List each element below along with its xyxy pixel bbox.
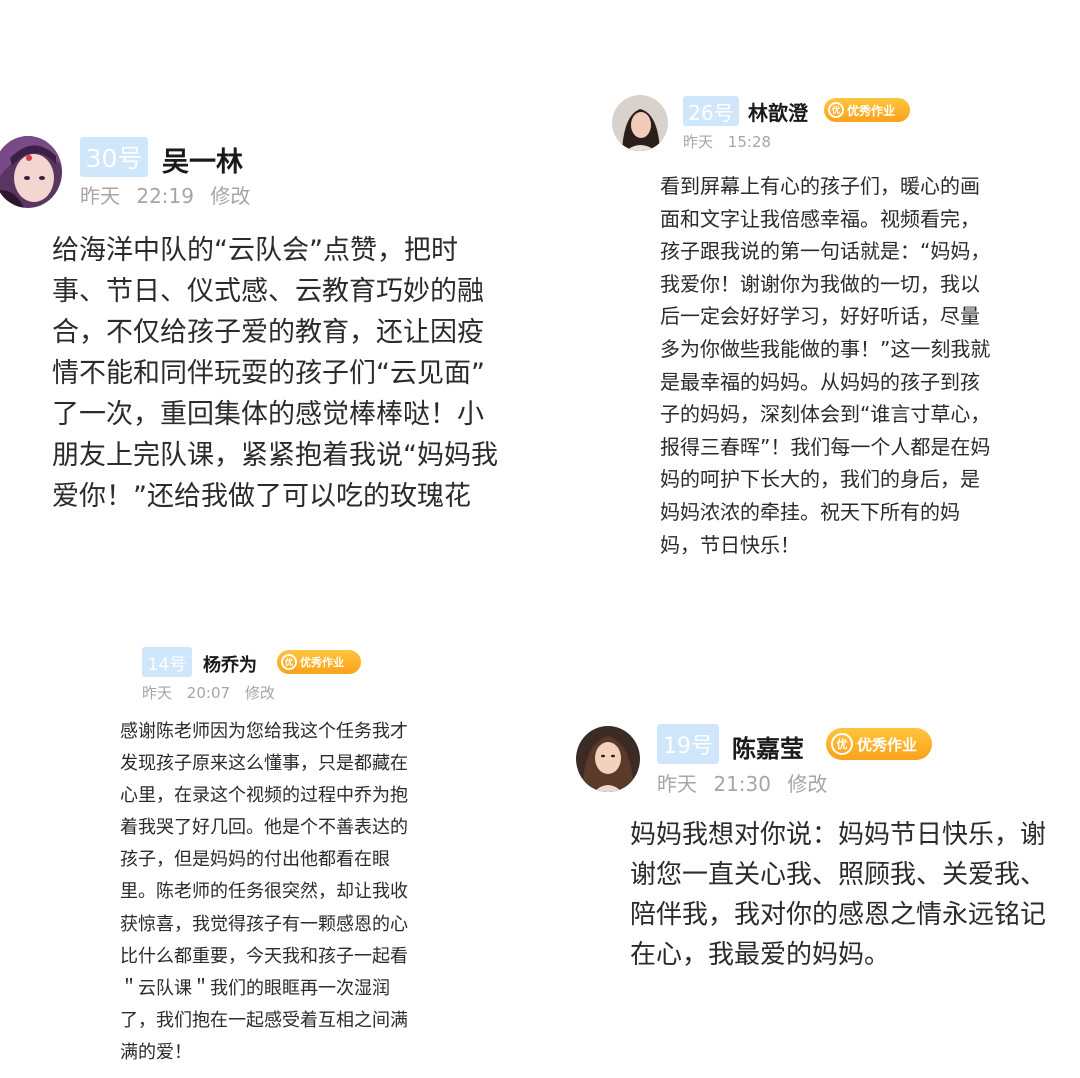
author-name[interactable]: 林歆澄 xyxy=(748,97,808,126)
author-name[interactable]: 杨乔为 xyxy=(203,651,257,677)
post-date: 昨天 xyxy=(80,184,120,208)
medal-icon: 优 xyxy=(828,102,844,118)
avatar[interactable] xyxy=(576,726,640,792)
honor-label: 优秀作业 xyxy=(847,103,896,118)
excellent-work-badge: 优 优秀作业 xyxy=(277,650,361,674)
member-number-badge: 30号 xyxy=(80,137,148,177)
honor-label: 优秀作业 xyxy=(857,735,918,754)
post-meta: 昨天 15:28 xyxy=(683,131,771,152)
edit-link[interactable]: 修改 xyxy=(210,184,250,208)
post-meta: 昨天 21:30 修改 xyxy=(657,768,827,797)
photo-avatar-icon xyxy=(576,726,640,792)
post-text: 感谢陈老师因为您给我这个任务我才 发现孩子原来这么懂事，只是都藏在 心里，在录这… xyxy=(120,721,408,1063)
post-text: 看到屏幕上有心的孩子们，暖心的画 面和文字让我倍感幸福。视频看完， 孩子跟我说的… xyxy=(660,174,991,557)
post-date: 昨天 xyxy=(142,684,173,702)
post-time: 20:07 xyxy=(186,684,231,702)
avatar[interactable] xyxy=(0,136,62,208)
post-date: 昨天 xyxy=(683,133,714,151)
post-meta: 昨天 22:19 修改 xyxy=(80,180,250,209)
post-time: 21:30 xyxy=(713,772,771,796)
edit-link[interactable]: 修改 xyxy=(245,684,275,702)
medal-icon: 优 xyxy=(281,654,297,670)
post-time: 22:19 xyxy=(136,184,194,208)
honor-label: 优秀作业 xyxy=(300,656,344,669)
member-number-badge: 19号 xyxy=(657,724,719,764)
author-name[interactable]: 陈嘉莹 xyxy=(732,729,804,764)
member-number-badge: 26号 xyxy=(683,96,739,126)
medal-icon: 优 xyxy=(831,733,853,755)
post-time: 15:28 xyxy=(727,133,772,151)
edit-link[interactable]: 修改 xyxy=(787,772,827,796)
post-text: 妈妈我想对你说：妈妈节日快乐，谢 谢您一直关心我、照顾我、关爱我、 陪伴我，我对… xyxy=(630,820,1047,970)
excellent-work-badge: 优 优秀作业 xyxy=(826,728,932,760)
post-text: 给海洋中队的“云队会”点赞，把时 事、节日、仪式感、云教育巧妙的融 合，不仅给孩… xyxy=(52,235,498,512)
anime-avatar-icon xyxy=(0,136,62,208)
photo-avatar-icon xyxy=(612,95,668,151)
excellent-work-badge: 优 优秀作业 xyxy=(824,98,910,122)
member-number-badge: 14号 xyxy=(142,647,192,677)
author-name[interactable]: 吴一林 xyxy=(162,140,243,179)
avatar[interactable] xyxy=(612,95,668,151)
post-date: 昨天 xyxy=(657,772,697,796)
post-meta: 昨天 20:07 修改 xyxy=(142,682,275,703)
